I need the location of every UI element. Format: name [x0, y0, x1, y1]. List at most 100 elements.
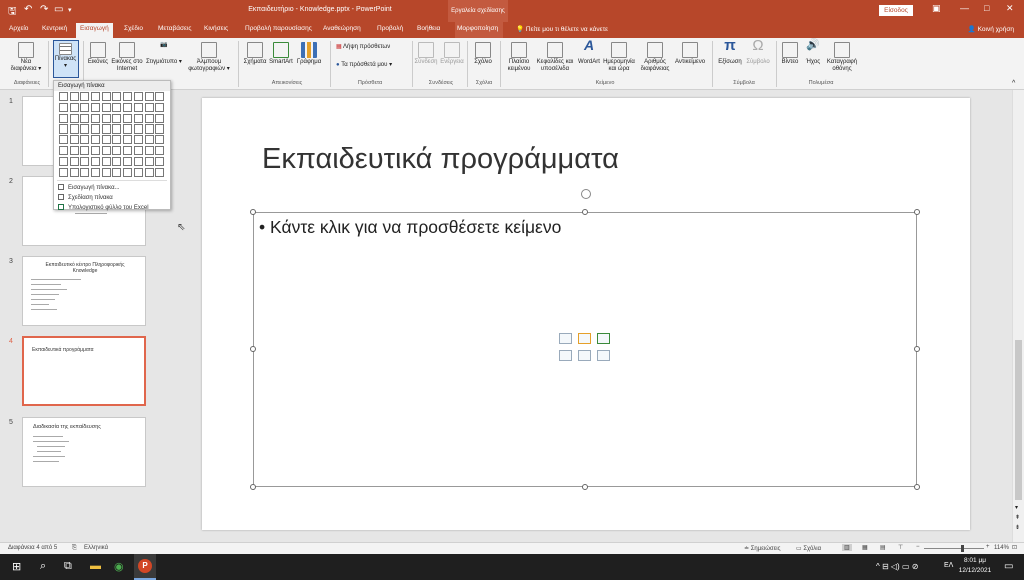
table-grid-cell[interactable]	[80, 135, 90, 145]
my-addins-button[interactable]: ● Τα πρόσθετά μου ▾	[336, 62, 408, 69]
slide-thumbnail-5[interactable]: Διαδικασία της εκπαίδευσης	[22, 417, 146, 487]
table-grid-cell[interactable]	[101, 124, 111, 134]
slide-title[interactable]: Εκπαιδευτικά προγράμματα	[262, 143, 619, 176]
table-grid-cell[interactable]	[123, 135, 133, 145]
table-grid-cell[interactable]	[59, 102, 68, 113]
tab-insert[interactable]: Εισαγωγή	[76, 23, 113, 38]
tab-transitions[interactable]: Μεταβάσεις	[158, 25, 192, 32]
undo-icon[interactable]: ↶	[24, 4, 32, 15]
tab-review[interactable]: Αναθεώρηση	[323, 25, 361, 32]
spell-check-icon[interactable]: ⎘	[72, 545, 77, 552]
save-icon[interactable]: 🖫	[8, 4, 17, 21]
table-grid-cell[interactable]	[112, 102, 122, 113]
screen-recording-button[interactable]: Καταγραφή οθόνης	[824, 42, 860, 73]
insert-online-picture-icon[interactable]	[578, 350, 591, 361]
smartart-button[interactable]: SmartArt	[268, 42, 294, 66]
tab-home[interactable]: Κεντρική	[42, 25, 67, 32]
table-grid-cell[interactable]	[69, 113, 79, 123]
table-grid-cell[interactable]	[144, 167, 154, 177]
table-grid-cell[interactable]	[80, 92, 90, 102]
zoom-out-icon[interactable]: −	[916, 544, 920, 550]
table-grid-cell[interactable]	[155, 135, 165, 145]
table-grid-cell[interactable]	[112, 135, 122, 145]
previous-slide-icon[interactable]: ⇞	[1015, 514, 1020, 521]
tab-design[interactable]: Σχέδιο	[124, 25, 143, 32]
table-grid-cell[interactable]	[80, 156, 90, 167]
rotate-handle-icon[interactable]	[581, 189, 591, 199]
table-grid-cell[interactable]	[69, 135, 79, 145]
table-grid-cell[interactable]	[101, 145, 111, 156]
object-button[interactable]: Αντικείμενο	[672, 42, 708, 66]
normal-view-icon[interactable]: ▥	[842, 544, 852, 551]
table-grid-cell[interactable]	[144, 92, 154, 102]
resize-handle[interactable]	[250, 484, 256, 490]
action-button[interactable]: Ενέργεια	[440, 42, 464, 66]
table-grid-cell[interactable]	[101, 156, 111, 167]
table-grid-cell[interactable]	[144, 135, 154, 145]
table-grid-cell[interactable]	[69, 145, 79, 156]
redo-icon[interactable]: ↷	[40, 4, 48, 15]
table-grid-cell[interactable]	[155, 156, 165, 167]
table-grid-cell[interactable]	[69, 124, 79, 134]
draw-table-menu-item[interactable]: Σχεδίαση πίνακα	[58, 194, 113, 201]
resize-handle[interactable]	[250, 346, 256, 352]
close-icon[interactable]: ✕	[1006, 3, 1014, 14]
tell-me-search[interactable]: 💡 Πείτε μου τι θέλετε να κάνετε	[516, 25, 608, 33]
table-grid-cell[interactable]	[91, 156, 101, 167]
table-grid-cell[interactable]	[155, 92, 165, 102]
insert-picture-icon[interactable]	[559, 350, 572, 361]
scrollbar-thumb[interactable]	[1015, 340, 1022, 500]
table-grid-cell[interactable]	[91, 135, 101, 145]
zoom-slider[interactable]	[924, 548, 984, 549]
resize-handle[interactable]	[250, 209, 256, 215]
slide-number-button[interactable]: Αριθμός διαφάνειας	[637, 42, 673, 73]
resize-handle[interactable]	[582, 209, 588, 215]
table-grid-cell[interactable]	[123, 102, 133, 113]
table-size-grid[interactable]	[59, 92, 167, 178]
zoom-in-icon[interactable]: +	[986, 544, 990, 550]
table-grid-cell[interactable]	[155, 124, 165, 134]
tab-slideshow[interactable]: Προβολή παρουσίασης	[245, 25, 312, 32]
next-slide-icon[interactable]: ⇟	[1015, 524, 1020, 531]
placeholder-bullet-text[interactable]: • Κάντε κλικ για να προσθέσετε κείμενο	[259, 217, 561, 238]
table-grid-cell[interactable]	[123, 167, 133, 177]
table-grid-cell[interactable]	[123, 156, 133, 167]
table-grid-cell[interactable]	[144, 102, 154, 113]
tab-view[interactable]: Προβολή	[377, 25, 403, 32]
insert-video-icon[interactable]	[597, 350, 610, 361]
slide-thumbnail-4[interactable]: Εκπαιδευτικά προγράμματα	[22, 336, 146, 406]
table-grid-cell[interactable]	[101, 92, 111, 102]
resize-handle[interactable]	[914, 484, 920, 490]
header-footer-button[interactable]: Κεφαλίδες και υποσέλιδα	[535, 42, 575, 73]
tray-icons[interactable]: ^ ⊟ ◁) ▭ ⊘	[876, 562, 918, 571]
resize-handle[interactable]	[582, 484, 588, 490]
datetime-button[interactable]: Ημερομηνία και ώρα	[602, 42, 636, 73]
windows-start-icon[interactable]: ⊞	[12, 560, 21, 573]
table-grid-cell[interactable]	[133, 135, 143, 145]
language-indicator[interactable]: Ελληνικά	[84, 545, 108, 551]
table-grid-cell[interactable]	[112, 156, 122, 167]
table-grid-cell[interactable]	[69, 156, 79, 167]
online-images-button[interactable]: Εικόνες στο Internet	[108, 42, 146, 73]
insert-table-icon[interactable]	[559, 333, 572, 344]
chrome-icon[interactable]: ◉	[114, 560, 124, 573]
table-grid-cell[interactable]	[59, 124, 68, 134]
table-grid-cell[interactable]	[91, 102, 101, 113]
table-grid-cell[interactable]	[144, 145, 154, 156]
table-grid-cell[interactable]	[112, 124, 122, 134]
link-button[interactable]: Σύνδεση	[414, 42, 438, 66]
notes-button[interactable]: ≐ Σημειώσεις	[744, 545, 781, 552]
table-grid-cell[interactable]	[69, 167, 79, 177]
table-grid-cell[interactable]	[59, 113, 68, 123]
minimize-icon[interactable]: —	[960, 3, 969, 13]
vertical-scrollbar[interactable]: ▾ ⇞ ⇟	[1012, 90, 1024, 542]
clock-date[interactable]: 12/12/2021	[958, 567, 992, 574]
table-grid-cell[interactable]	[80, 113, 90, 123]
fit-slide-icon[interactable]: ⊡	[1012, 544, 1017, 551]
table-grid-cell[interactable]	[101, 113, 111, 123]
presentation-start-icon[interactable]: ▭	[54, 4, 63, 15]
textbox-button[interactable]: Πλαίσιο κειμένου	[504, 42, 534, 73]
table-grid-cell[interactable]	[59, 145, 68, 156]
table-grid-cell[interactable]	[59, 156, 68, 167]
video-button[interactable]: Βίντεο	[779, 42, 801, 66]
